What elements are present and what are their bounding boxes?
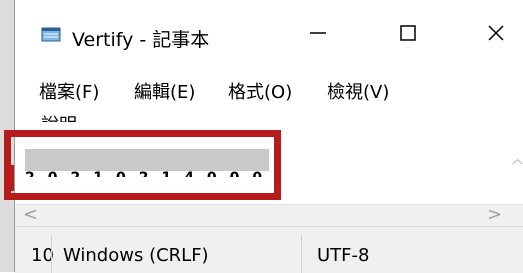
notepad-window: Vertify - 記事本 檔案(F) 編輯(E) 格式(O) 檢視(V) 說明 [4,0,523,273]
close-icon [488,25,504,41]
maximize-icon [400,25,416,41]
scroll-up-icon[interactable]: ^ [510,156,523,186]
scroll-left-icon[interactable]: < [23,204,38,225]
minimize-icon [310,32,326,34]
menu-file[interactable]: 檔案(F) [39,78,99,104]
notepad-icon [41,26,61,42]
menu-help[interactable]: 說明 [41,106,121,122]
horizontal-scrollbar[interactable]: < > [15,204,523,227]
menu-format[interactable]: 格式(O) [228,78,292,104]
window-title: Vertify - 記事本 [72,29,210,51]
status-bar: 10 Windows (CRLF) UTF-8 [15,226,523,273]
status-divider [301,235,302,273]
status-encoding: UTF-8 [317,245,370,266]
status-divider [51,235,52,273]
menu-view[interactable]: 檢視(V) [327,78,389,104]
annotation-highlight-box [4,130,281,200]
minimize-button[interactable] [298,18,338,48]
menu-help-label: 說明 [41,111,77,122]
status-line-ending: Windows (CRLF) [63,245,209,266]
menu-bar: 檔案(F) 編輯(E) 格式(O) 檢視(V) [15,78,523,108]
menu-edit[interactable]: 編輯(E) [134,78,195,104]
close-button[interactable] [476,18,516,48]
scroll-right-icon[interactable]: > [487,204,502,225]
title-bar[interactable]: Vertify - 記事本 [15,0,523,52]
maximize-button[interactable] [388,18,428,48]
